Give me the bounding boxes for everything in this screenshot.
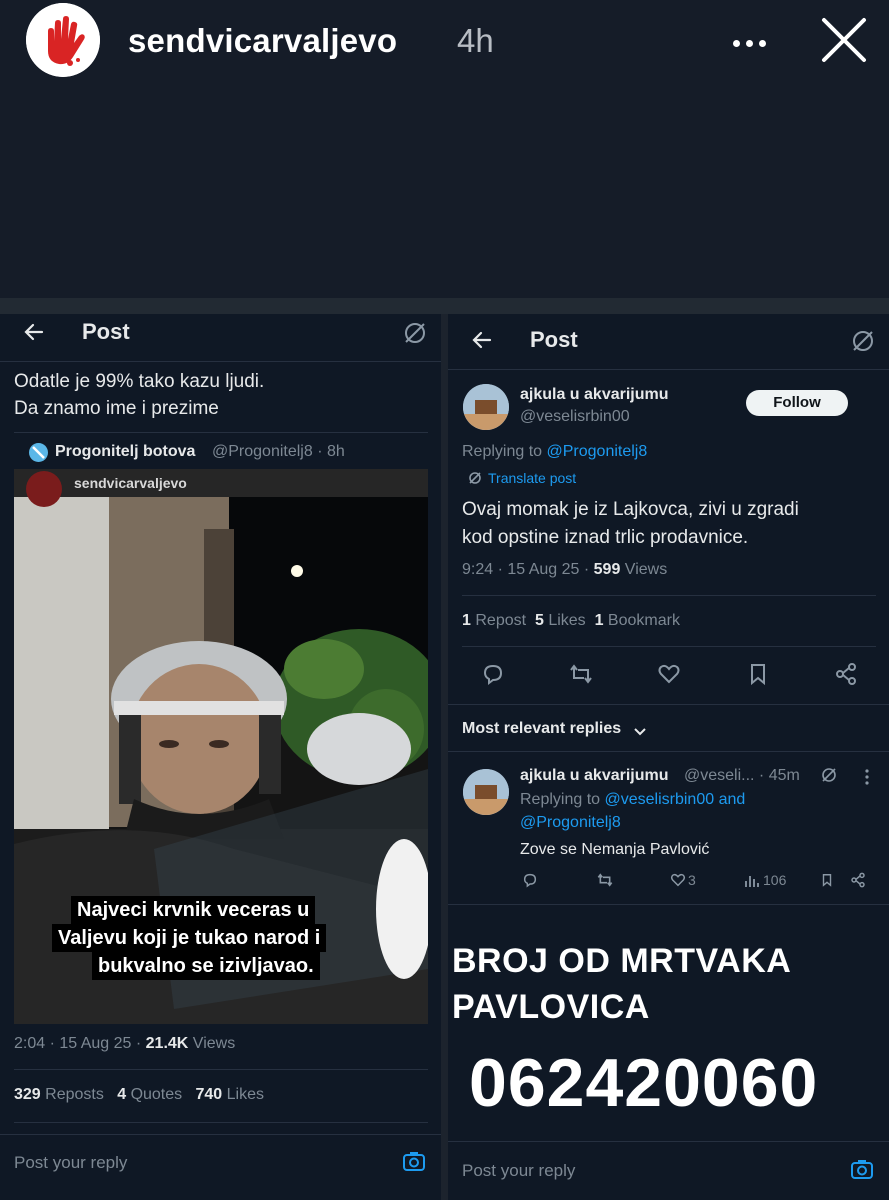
story-header: sendvicarvaljevo 4h <box>0 0 889 90</box>
post-meta-time: 2:04 · 15 Aug 25 · <box>14 1035 146 1052</box>
likes-count: 5 <box>534 612 544 629</box>
camera-icon[interactable] <box>850 1158 874 1185</box>
story-username[interactable]: sendvicarvaljevo <box>128 22 397 60</box>
reply-replying-to: Replying to @veselisrbin00 and <box>520 791 745 809</box>
reply-views-count: 106 <box>763 872 787 888</box>
post-stats: 1 Repost 5 Likes 1 Bookmark <box>462 612 680 630</box>
replying-prefix: Replying to <box>462 443 547 460</box>
follow-button[interactable]: Follow <box>746 390 848 416</box>
reply-repost-icon[interactable] <box>596 872 614 893</box>
reposts-label[interactable]: Reposts <box>45 1086 104 1103</box>
image-caption-line1: Najveci krvnik veceras u <box>71 896 316 924</box>
reply-author-name[interactable]: ajkula u akvarijumu <box>520 767 669 785</box>
post-meta: 9:24 · 15 Aug 25 · 599 Views <box>462 561 667 579</box>
reply-like-count: 3 <box>688 872 696 888</box>
grok-icon[interactable] <box>820 766 838 789</box>
image-caption-line2: Valjevu koji je tukao narod i <box>52 924 327 952</box>
reply-replying-prefix: Replying to <box>520 791 605 808</box>
likes-label[interactable]: Likes <box>548 612 585 629</box>
reply-input[interactable]: Post your reply <box>14 1153 127 1173</box>
likes-label[interactable]: Likes <box>227 1086 264 1103</box>
repost-label[interactable]: Repost <box>475 612 526 629</box>
back-arrow-icon[interactable] <box>470 328 494 357</box>
right-screenshot-panel: Post ajkula u akvarijumu @veselisrbin00 … <box>448 314 889 1200</box>
panel-gap <box>441 314 448 1200</box>
overlay-text-line2: PAVLOVICA <box>452 988 650 1026</box>
replying-to: Replying to @Progonitelj8 <box>462 443 647 461</box>
post-text-line2: Da znamo ime i prezime <box>14 398 219 419</box>
post-views-label: Views <box>188 1035 236 1052</box>
post-meta-time: 9:24 · 15 Aug 25 · <box>462 561 594 578</box>
post-views-count: 21.4K <box>145 1035 189 1052</box>
back-arrow-icon[interactable] <box>22 320 46 349</box>
post-text-line2: kod opstine iznad trlic prodavnice. <box>462 527 749 548</box>
quotes-label[interactable]: Quotes <box>131 1086 183 1103</box>
reply-author-handle: @veseli... · 45m <box>684 767 800 784</box>
chevron-down-icon[interactable] <box>634 724 646 742</box>
share-icon[interactable] <box>834 662 858 691</box>
reply-views-icon[interactable] <box>744 872 760 893</box>
replying-handle[interactable]: @Progonitelj8 <box>547 443 648 460</box>
author-name[interactable]: ajkula u akvarijumu <box>520 386 669 404</box>
post-text-line1: Ovaj momak je iz Lajkovca, zivi u zgradi <box>462 499 799 520</box>
grok-icon[interactable] <box>402 320 428 351</box>
cropped-header-text: sendvicarvaljevo <box>74 475 187 491</box>
reply-replying-handle2[interactable]: @Progonitelj8 <box>520 814 621 832</box>
likes-count: 740 <box>195 1086 223 1103</box>
author-avatar[interactable] <box>463 384 509 430</box>
author-handle: @veselisrbin00 <box>520 408 630 425</box>
close-icon[interactable] <box>820 16 868 64</box>
profile-avatar[interactable] <box>26 3 100 77</box>
bookmark-icon[interactable] <box>746 662 770 691</box>
bookmark-count: 1 <box>594 612 604 629</box>
quotes-count: 4 <box>117 1086 127 1103</box>
reply-like-icon[interactable] <box>670 872 686 893</box>
post-header-title: Post <box>530 327 578 352</box>
overlay-phone-number: 062420060 <box>469 1045 819 1121</box>
quoted-post-image[interactable]: sendvicarvaljevo Najveci krvnik veceras … <box>14 469 428 1024</box>
reply-share-icon[interactable] <box>850 872 866 893</box>
image-caption-line3: bukvalno se izivljavao. <box>92 952 320 980</box>
like-icon[interactable] <box>657 662 681 691</box>
reply-comment-icon[interactable] <box>522 872 538 893</box>
post-views-count: 599 <box>593 561 621 578</box>
reply-icon[interactable] <box>481 662 505 691</box>
left-screenshot-panel: Post Odatle je 99% tako kazu ljudi. Da z… <box>0 314 441 1200</box>
reposts-count: 329 <box>14 1086 41 1103</box>
translate-icon[interactable] <box>468 471 482 490</box>
reply-replying-handle1[interactable]: @veselisrbin00 <box>605 791 715 808</box>
post-text-line1: Odatle je 99% tako kazu ljudi. <box>14 371 265 392</box>
post-stats: 329 Reposts 4 Quotes 740 Likes <box>14 1086 264 1104</box>
story-time: 4h <box>457 22 494 59</box>
quoted-author-handle: @Progonitelj8 · 8h <box>212 443 345 460</box>
reply-more-icon[interactable] <box>865 769 869 790</box>
post-views-label: Views <box>620 561 668 578</box>
camera-icon[interactable] <box>402 1150 426 1177</box>
reply-bookmark-icon[interactable] <box>820 872 834 893</box>
post-meta: 2:04 · 15 Aug 25 · 21.4K Views <box>14 1035 235 1053</box>
reply-author-avatar[interactable] <box>463 769 509 815</box>
repost-icon[interactable] <box>568 662 594 691</box>
translate-post-link[interactable]: Translate post <box>488 470 576 486</box>
more-options-icon[interactable] <box>733 34 773 48</box>
story-divider <box>0 298 889 314</box>
red-hand-logo-icon <box>26 3 100 77</box>
replies-sort-label[interactable]: Most relevant replies <box>462 720 621 738</box>
reply-input[interactable]: Post your reply <box>462 1161 575 1181</box>
reply-text: Zove se Nemanja Pavlović <box>520 841 710 858</box>
post-header-title: Post <box>82 319 130 344</box>
reply-replying-and: and <box>714 791 746 808</box>
repost-count: 1 <box>462 612 471 629</box>
quoted-avatar <box>29 443 48 462</box>
quoted-author-name[interactable]: Progonitelj botova <box>55 443 195 461</box>
overlay-text-line1: BROJ OD MRTVAKA <box>452 942 792 980</box>
grok-icon[interactable] <box>850 328 876 359</box>
bookmark-label[interactable]: Bookmark <box>608 612 680 629</box>
